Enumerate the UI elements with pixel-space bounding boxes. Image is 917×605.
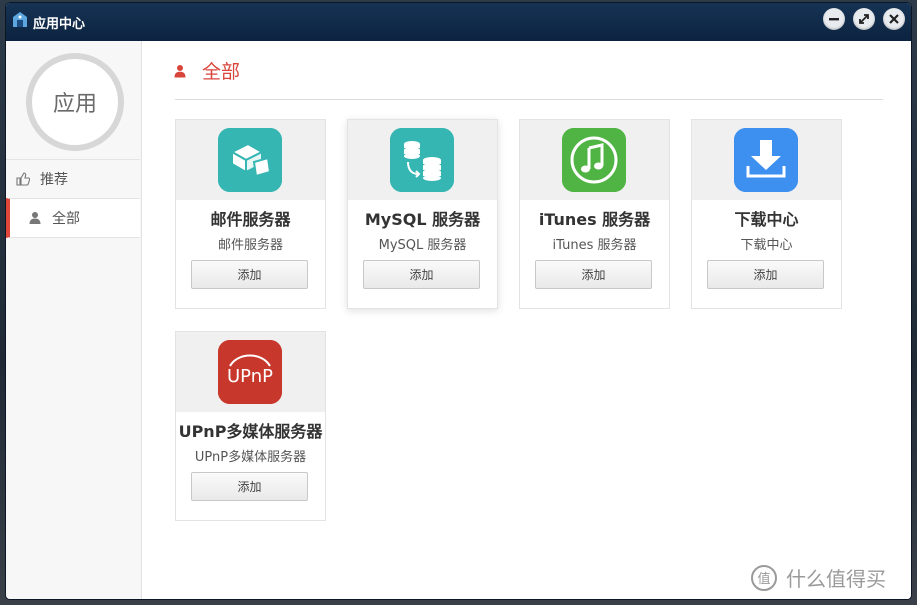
mail-server-icon (218, 128, 282, 192)
app-card-upnp-server[interactable]: UPnP UPnP多媒体服务器 UPnP多媒体服务器 添加 (175, 331, 326, 521)
divider (175, 99, 883, 100)
main-content: 全部 邮件服务器 邮件服务器 添加 MySQL 服务器 MySQL 服务器 添加… (142, 41, 911, 599)
app-description: MySQL 服务器 (378, 238, 467, 253)
app-center-logo: 应用 (26, 53, 124, 151)
section-heading: 全部 (174, 57, 240, 84)
app-name: iTunes 服务器 (538, 210, 651, 229)
expand-icon (859, 14, 869, 24)
sidebar-item-all[interactable]: 全部 (6, 198, 140, 238)
user-icon (28, 211, 42, 225)
page-title: 全部 (202, 61, 241, 83)
app-center-icon (12, 11, 28, 29)
svg-text:值: 值 (757, 571, 770, 587)
music-note-icon (562, 128, 626, 192)
logo-text: 应用 (52, 92, 97, 117)
thumbs-up-icon (16, 172, 30, 186)
sidebar-item-label: 推荐 (40, 172, 68, 188)
watermark: 值 什么值得买 (750, 563, 886, 592)
app-name: UPnP多媒体服务器 (178, 422, 323, 441)
user-icon (174, 64, 186, 78)
close-button[interactable] (883, 8, 905, 30)
upnp-icon: UPnP (218, 340, 282, 404)
watermark-text: 什么值得买 (786, 567, 886, 591)
svg-text:UPnP: UPnP (227, 366, 273, 387)
app-card-mysql-server[interactable]: MySQL 服务器 MySQL 服务器 添加 (347, 119, 498, 309)
add-button[interactable]: 添加 (535, 260, 652, 289)
app-name: MySQL 服务器 (364, 210, 481, 229)
sidebar-item-recommended[interactable]: 推荐 (6, 159, 140, 198)
app-description: 邮件服务器 (217, 238, 283, 253)
app-card-mail-server[interactable]: 邮件服务器 邮件服务器 添加 (175, 119, 326, 309)
app-card-itunes-server[interactable]: iTunes 服务器 iTunes 服务器 添加 (519, 119, 670, 309)
add-button[interactable]: 添加 (363, 260, 480, 289)
minimize-button[interactable] (823, 8, 845, 30)
maximize-button[interactable] (853, 8, 875, 30)
title-bar[interactable]: 应用中心 (6, 3, 911, 41)
app-description: iTunes 服务器 (552, 238, 637, 253)
sidebar-item-label: 全部 (52, 211, 80, 227)
window-title: 应用中心 (33, 17, 86, 32)
add-button[interactable]: 添加 (707, 260, 824, 289)
app-description: 下载中心 (740, 238, 793, 253)
mysql-database-icon (390, 128, 454, 192)
app-center-window: 应用中心 应用 推荐 全部 全部 邮件服务器 邮件服务器 添加 MySQL 服务… (6, 3, 911, 599)
app-name: 下载中心 (734, 210, 799, 229)
app-description: UPnP多媒体服务器 (194, 450, 307, 465)
smzdm-logo-icon: 值 (750, 564, 778, 592)
sidebar: 应用 推荐 全部 (6, 41, 142, 599)
app-card-download-center[interactable]: 下载中心 下载中心 添加 (691, 119, 842, 309)
add-button[interactable]: 添加 (191, 260, 308, 289)
add-button[interactable]: 添加 (191, 472, 308, 501)
download-icon (734, 128, 798, 192)
close-icon (889, 14, 899, 24)
app-name: 邮件服务器 (210, 210, 291, 229)
minimize-icon (829, 18, 839, 21)
